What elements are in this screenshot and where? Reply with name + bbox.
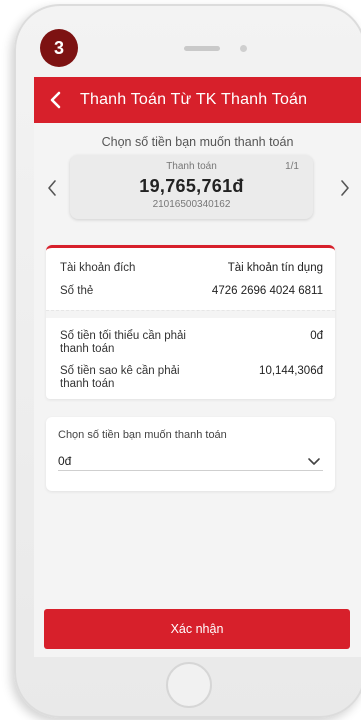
payment-source-card[interactable]: Thanh toán 1/1 19,765,761đ 2101650034016… [70, 155, 313, 219]
home-button[interactable] [166, 662, 212, 708]
amount-select-value[interactable]: 0đ [58, 454, 71, 468]
statement-due-label: Số tiền sao kê cần phải thanh toán [60, 365, 180, 390]
app-header: Thanh Toán Từ TK Thanh Toán [34, 77, 361, 123]
step-badge: 3 [40, 29, 78, 67]
card-number-row: Số thẻ 4726 2696 4024 6811 [60, 285, 323, 297]
payment-card-account-number: 21016500340162 [152, 199, 231, 210]
chevron-left-icon[interactable] [40, 175, 64, 201]
speaker-slot [184, 46, 220, 51]
statement-due-value: 10,144,306đ [259, 365, 323, 377]
payment-card-pager: 1/1 [285, 161, 299, 172]
front-camera [240, 45, 247, 52]
payment-card-amount: 19,765,761đ [139, 176, 244, 196]
min-due-row: Số tiền tối thiểu cần phải thanh toán 0đ [60, 330, 323, 356]
dest-account-label: Tài khoản đích [60, 262, 136, 274]
section-divider [46, 310, 335, 318]
account-info-card: Tài khoản đích Tài khoản tín dụng Số thẻ… [46, 245, 335, 399]
amount-select-card: Chọn số tiền bạn muốn thanh toán 0đ [46, 417, 335, 491]
amount-select-label: Chọn số tiền bạn muốn thanh toán [58, 429, 227, 441]
payment-carousel: Thanh toán 1/1 19,765,761đ 2101650034016… [34, 155, 361, 227]
min-due-label: Số tiền tối thiểu cần phải thanh toán [60, 330, 186, 355]
dest-account-row: Tài khoản đích Tài khoản tín dụng [60, 262, 323, 274]
page-title: Thanh Toán Từ TK Thanh Toán [80, 91, 308, 108]
payment-card-label: Thanh toán [166, 161, 217, 172]
dest-account-value: Tài khoản tín dụng [227, 262, 323, 274]
card-number-label: Số thẻ [60, 285, 94, 297]
card-number-value: 4726 2696 4024 6811 [211, 285, 323, 297]
chevron-right-icon[interactable] [333, 175, 357, 201]
amount-select-underline [58, 470, 323, 471]
back-arrow-icon[interactable] [44, 89, 66, 111]
confirm-button[interactable]: Xác nhận [44, 609, 350, 649]
statement-due-row: Số tiền sao kê cần phải thanh toán 10,14… [60, 365, 323, 391]
min-due-value: 0đ [310, 330, 323, 342]
app-screen: Thanh Toán Từ TK Thanh Toán Chọn số tiền… [34, 77, 361, 657]
carousel-subtitle: Chọn số tiền bạn muốn thanh toán [101, 135, 294, 149]
chevron-down-icon[interactable] [307, 454, 321, 466]
